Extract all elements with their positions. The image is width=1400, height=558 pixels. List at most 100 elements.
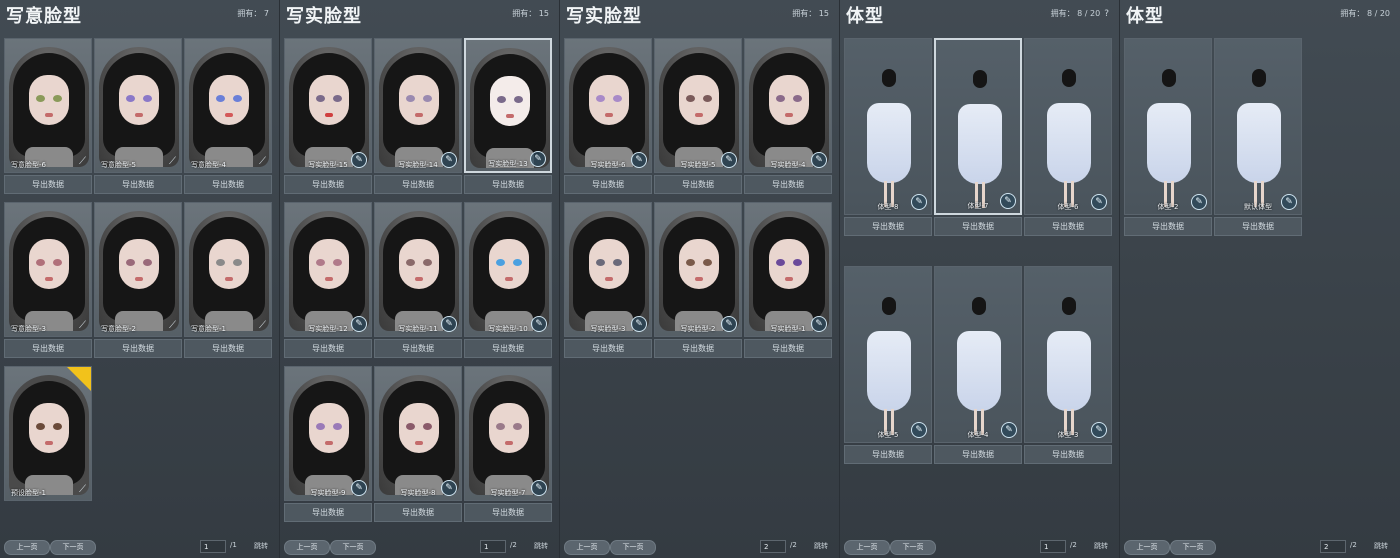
prev-page-button[interactable]: 上一页 bbox=[284, 540, 330, 555]
export-button[interactable]: 导出数据 bbox=[374, 503, 462, 522]
page-input[interactable]: 1 bbox=[1040, 540, 1066, 553]
face-card[interactable]: 写意脸型-6 ⟋ 导出数据 bbox=[4, 38, 92, 194]
body-thumbnail[interactable]: 体型-3 ✎ bbox=[1024, 266, 1112, 443]
export-button[interactable]: 导出数据 bbox=[564, 339, 652, 358]
jump-button[interactable]: 跳转 bbox=[534, 541, 548, 551]
face-card[interactable]: 写实脸型-9 ✎ 导出数据 bbox=[284, 366, 372, 522]
brush-icon[interactable]: ✎ bbox=[721, 152, 737, 168]
export-button[interactable]: 导出数据 bbox=[1024, 445, 1112, 464]
face-card[interactable]: 写实脸型-5 ✎ 导出数据 bbox=[654, 38, 742, 194]
export-button[interactable]: 导出数据 bbox=[464, 339, 552, 358]
face-thumbnail[interactable]: 写实脸型-10 ✎ bbox=[464, 202, 552, 337]
export-button[interactable]: 导出数据 bbox=[464, 503, 552, 522]
jump-button[interactable]: 跳转 bbox=[1094, 541, 1108, 551]
brush-icon[interactable]: ✎ bbox=[531, 480, 547, 496]
body-card[interactable]: 体型-3 ✎ 导出数据 bbox=[1024, 266, 1112, 464]
face-thumbnail[interactable]: 写实脸型-3 ✎ bbox=[564, 202, 652, 337]
brush-icon[interactable]: ✎ bbox=[1281, 194, 1297, 210]
face-thumbnail[interactable]: 写意脸型-2 ⟋ bbox=[94, 202, 182, 337]
jump-button[interactable]: 跳转 bbox=[814, 541, 828, 551]
face-card[interactable]: 写实脸型-15 ✎ 导出数据 bbox=[284, 38, 372, 194]
face-thumbnail[interactable]: 写实脸型-8 ✎ bbox=[374, 366, 462, 501]
export-button[interactable]: 导出数据 bbox=[184, 339, 272, 358]
edit-icon[interactable]: ⟋ bbox=[259, 320, 266, 331]
body-thumbnail-selected[interactable]: 体型-7 ✎ bbox=[934, 38, 1022, 215]
export-button[interactable]: 导出数据 bbox=[374, 175, 462, 194]
next-page-button[interactable]: 下一页 bbox=[610, 540, 656, 555]
export-button[interactable]: 导出数据 bbox=[1214, 217, 1302, 236]
face-card[interactable]: 写意脸型-4 ⟋ 导出数据 bbox=[184, 38, 272, 194]
next-page-button[interactable]: 下一页 bbox=[1170, 540, 1216, 555]
body-card[interactable]: 体型-7 ✎ 导出数据 bbox=[934, 38, 1022, 236]
face-thumbnail[interactable]: 写实脸型-9 ✎ bbox=[284, 366, 372, 501]
body-thumbnail[interactable]: 体型-2 ✎ bbox=[1124, 38, 1212, 215]
brush-icon[interactable]: ✎ bbox=[351, 316, 367, 332]
export-button[interactable]: 导出数据 bbox=[94, 339, 182, 358]
brush-icon[interactable]: ✎ bbox=[351, 480, 367, 496]
brush-icon[interactable]: ✎ bbox=[441, 152, 457, 168]
export-button[interactable]: 导出数据 bbox=[744, 339, 832, 358]
export-button[interactable]: 导出数据 bbox=[654, 175, 742, 194]
edit-icon[interactable]: ⟋ bbox=[169, 156, 176, 167]
brush-icon[interactable]: ✎ bbox=[811, 152, 827, 168]
body-card[interactable]: 默认体型 ✎ 导出数据 bbox=[1214, 38, 1302, 236]
export-button[interactable]: 导出数据 bbox=[844, 445, 932, 464]
face-card[interactable]: 写实脸型-11 ✎ 导出数据 bbox=[374, 202, 462, 358]
face-card[interactable]: 写意脸型-3 ⟋ 导出数据 bbox=[4, 202, 92, 358]
brush-icon[interactable]: ✎ bbox=[1001, 422, 1017, 438]
export-button[interactable]: 导出数据 bbox=[1024, 217, 1112, 236]
edit-icon[interactable]: ⟋ bbox=[79, 484, 86, 495]
body-thumbnail[interactable]: 体型-8 ✎ bbox=[844, 38, 932, 215]
edit-icon[interactable]: ⟋ bbox=[259, 156, 266, 167]
face-thumbnail[interactable]: 预设脸型-1 ⟋ bbox=[4, 366, 92, 501]
face-card[interactable]: 写意脸型-1 ⟋ 导出数据 bbox=[184, 202, 272, 358]
export-button[interactable]: 导出数据 bbox=[844, 217, 932, 236]
face-thumbnail[interactable]: 写实脸型-1 ✎ bbox=[744, 202, 832, 337]
face-card[interactable]: 写实脸型-13 ✎ 导出数据 bbox=[464, 38, 552, 194]
next-page-button[interactable]: 下一页 bbox=[330, 540, 376, 555]
body-thumbnail[interactable]: 体型-5 ✎ bbox=[844, 266, 932, 443]
brush-icon[interactable]: ✎ bbox=[721, 316, 737, 332]
jump-button[interactable]: 跳转 bbox=[1374, 541, 1388, 551]
brush-icon[interactable]: ✎ bbox=[631, 152, 647, 168]
brush-icon[interactable]: ✎ bbox=[351, 152, 367, 168]
body-card[interactable]: 体型-5 ✎ 导出数据 bbox=[844, 266, 932, 464]
export-button[interactable]: 导出数据 bbox=[284, 503, 372, 522]
face-card[interactable]: 写意脸型-5 ⟋ 导出数据 bbox=[94, 38, 182, 194]
edit-icon[interactable]: ⟋ bbox=[169, 320, 176, 331]
body-card[interactable]: 体型-8 ✎ 导出数据 bbox=[844, 38, 932, 236]
prev-page-button[interactable]: 上一页 bbox=[844, 540, 890, 555]
page-input[interactable]: 1 bbox=[480, 540, 506, 553]
export-button[interactable]: 导出数据 bbox=[934, 445, 1022, 464]
brush-icon[interactable]: ✎ bbox=[911, 194, 927, 210]
export-button[interactable]: 导出数据 bbox=[4, 175, 92, 194]
next-page-button[interactable]: 下一页 bbox=[50, 540, 96, 555]
face-card[interactable]: 写意脸型-2 ⟋ 导出数据 bbox=[94, 202, 182, 358]
export-button[interactable]: 导出数据 bbox=[564, 175, 652, 194]
export-button[interactable]: 导出数据 bbox=[374, 339, 462, 358]
face-card[interactable]: 写实脸型-10 ✎ 导出数据 bbox=[464, 202, 552, 358]
face-thumbnail[interactable]: 写意脸型-4 ⟋ bbox=[184, 38, 272, 173]
face-card[interactable]: 写实脸型-6 ✎ 导出数据 bbox=[564, 38, 652, 194]
face-thumbnail[interactable]: 写实脸型-5 ✎ bbox=[654, 38, 742, 173]
face-thumbnail[interactable]: 写意脸型-1 ⟋ bbox=[184, 202, 272, 337]
body-thumbnail[interactable]: 体型-4 ✎ bbox=[934, 266, 1022, 443]
edit-icon[interactable]: ⟋ bbox=[79, 156, 86, 167]
face-thumbnail[interactable]: 写实脸型-11 ✎ bbox=[374, 202, 462, 337]
export-button[interactable]: 导出数据 bbox=[4, 339, 92, 358]
face-thumbnail[interactable]: 写意脸型-3 ⟋ bbox=[4, 202, 92, 337]
face-card[interactable]: 写实脸型-3 ✎ 导出数据 bbox=[564, 202, 652, 358]
face-card[interactable]: 写实脸型-8 ✎ 导出数据 bbox=[374, 366, 462, 522]
export-button[interactable]: 导出数据 bbox=[1124, 217, 1212, 236]
export-button[interactable]: 导出数据 bbox=[744, 175, 832, 194]
face-thumbnail-selected[interactable]: 写实脸型-13 ✎ bbox=[464, 38, 552, 173]
face-card[interactable]: 写实脸型-2 ✎ 导出数据 bbox=[654, 202, 742, 358]
export-button[interactable]: 导出数据 bbox=[284, 339, 372, 358]
brush-icon[interactable]: ✎ bbox=[531, 316, 547, 332]
brush-icon[interactable]: ✎ bbox=[441, 480, 457, 496]
face-card[interactable]: 写实脸型-12 ✎ 导出数据 bbox=[284, 202, 372, 358]
prev-page-button[interactable]: 上一页 bbox=[4, 540, 50, 555]
prev-page-button[interactable]: 上一页 bbox=[564, 540, 610, 555]
next-page-button[interactable]: 下一页 bbox=[890, 540, 936, 555]
brush-icon[interactable]: ✎ bbox=[1191, 194, 1207, 210]
